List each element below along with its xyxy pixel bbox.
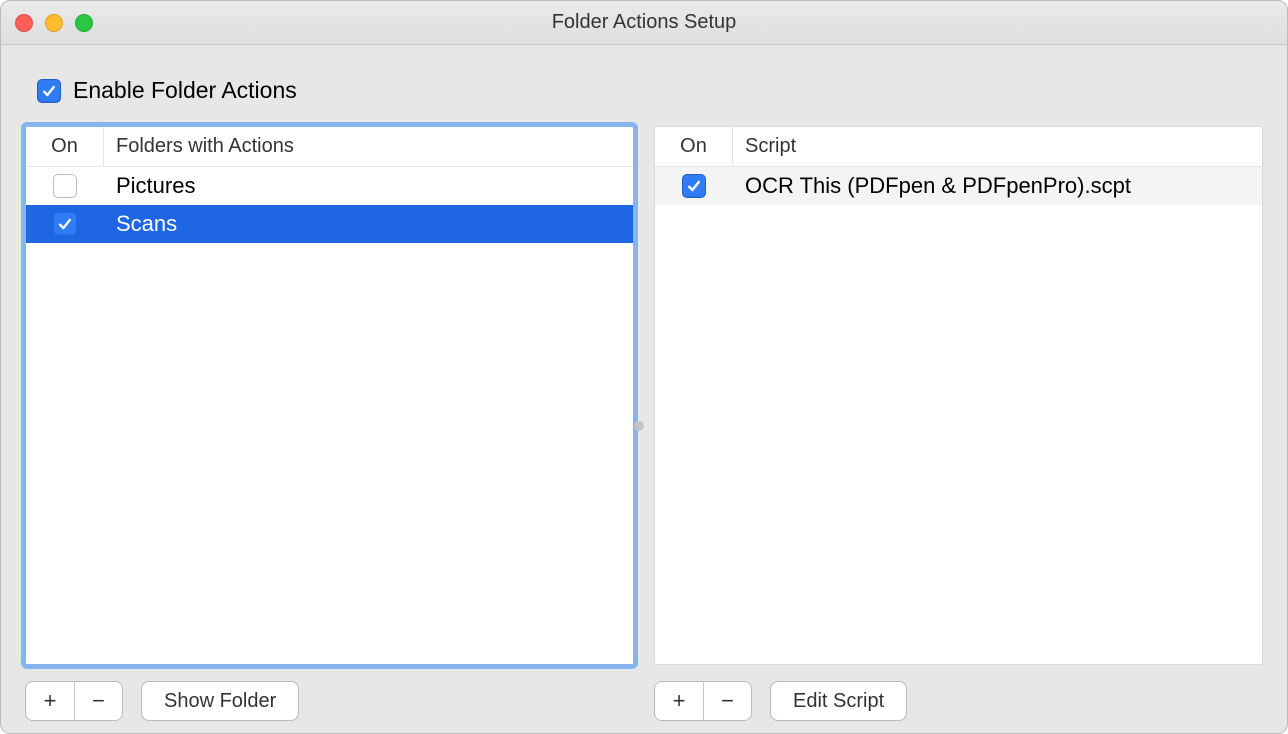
minimize-button[interactable] bbox=[45, 14, 63, 32]
scripts-add-remove: + − bbox=[654, 681, 752, 721]
folders-listbox[interactable]: On Folders with Actions Pictures bbox=[25, 126, 634, 665]
folder-row-checkbox[interactable] bbox=[53, 212, 77, 236]
window: Folder Actions Setup Enable Folder Actio… bbox=[0, 0, 1288, 734]
folders-panel: On Folders with Actions Pictures bbox=[25, 126, 634, 721]
checkmark-icon bbox=[57, 216, 73, 232]
window-content: Enable Folder Actions On Folders with Ac… bbox=[1, 45, 1287, 733]
scripts-listbox[interactable]: On Script OCR This (PDFpen & PDFpenPro).… bbox=[654, 126, 1263, 665]
scripts-panel-footer: + − Edit Script bbox=[654, 681, 1263, 721]
titlebar: Folder Actions Setup bbox=[1, 1, 1287, 45]
script-row-name: OCR This (PDFpen & PDFpenPro).scpt bbox=[733, 173, 1254, 199]
panels: On Folders with Actions Pictures bbox=[25, 126, 1263, 721]
zoom-button[interactable] bbox=[75, 14, 93, 32]
add-folder-button[interactable]: + bbox=[26, 682, 74, 720]
enable-folder-actions-row: Enable Folder Actions bbox=[37, 77, 1259, 104]
folder-row-name: Pictures bbox=[104, 173, 625, 199]
script-row[interactable]: OCR This (PDFpen & PDFpenPro).scpt bbox=[655, 167, 1262, 205]
checkmark-icon bbox=[686, 178, 702, 194]
folder-row[interactable]: Pictures bbox=[26, 167, 633, 205]
scripts-panel: On Script OCR This (PDFpen & PDFpenPro).… bbox=[654, 126, 1263, 721]
close-button[interactable] bbox=[15, 14, 33, 32]
folder-row-checkbox[interactable] bbox=[53, 174, 77, 198]
remove-script-button[interactable]: − bbox=[703, 682, 751, 720]
edit-script-button[interactable]: Edit Script bbox=[770, 681, 907, 721]
panel-resize-grip[interactable] bbox=[634, 421, 644, 431]
scripts-header-on[interactable]: On bbox=[655, 127, 733, 166]
checkmark-icon bbox=[41, 83, 57, 99]
remove-folder-button[interactable]: − bbox=[74, 682, 122, 720]
folders-add-remove: + − bbox=[25, 681, 123, 721]
folders-list-body: Pictures Scans bbox=[26, 167, 633, 243]
folders-list-header: On Folders with Actions bbox=[26, 127, 633, 167]
folder-row[interactable]: Scans bbox=[26, 205, 633, 243]
window-title: Folder Actions Setup bbox=[552, 11, 737, 34]
show-folder-button[interactable]: Show Folder bbox=[141, 681, 299, 721]
scripts-list-header: On Script bbox=[655, 127, 1262, 167]
folders-header-name[interactable]: Folders with Actions bbox=[104, 127, 633, 166]
enable-folder-actions-checkbox[interactable] bbox=[37, 79, 61, 103]
add-script-button[interactable]: + bbox=[655, 682, 703, 720]
script-row-checkbox[interactable] bbox=[682, 174, 706, 198]
enable-folder-actions-label: Enable Folder Actions bbox=[73, 77, 297, 104]
folders-panel-footer: + − Show Folder bbox=[25, 681, 634, 721]
scripts-header-name[interactable]: Script bbox=[733, 127, 1262, 166]
folder-row-name: Scans bbox=[104, 211, 625, 237]
traffic-lights bbox=[15, 14, 93, 32]
scripts-list-body: OCR This (PDFpen & PDFpenPro).scpt bbox=[655, 167, 1262, 205]
folders-header-on[interactable]: On bbox=[26, 127, 104, 166]
